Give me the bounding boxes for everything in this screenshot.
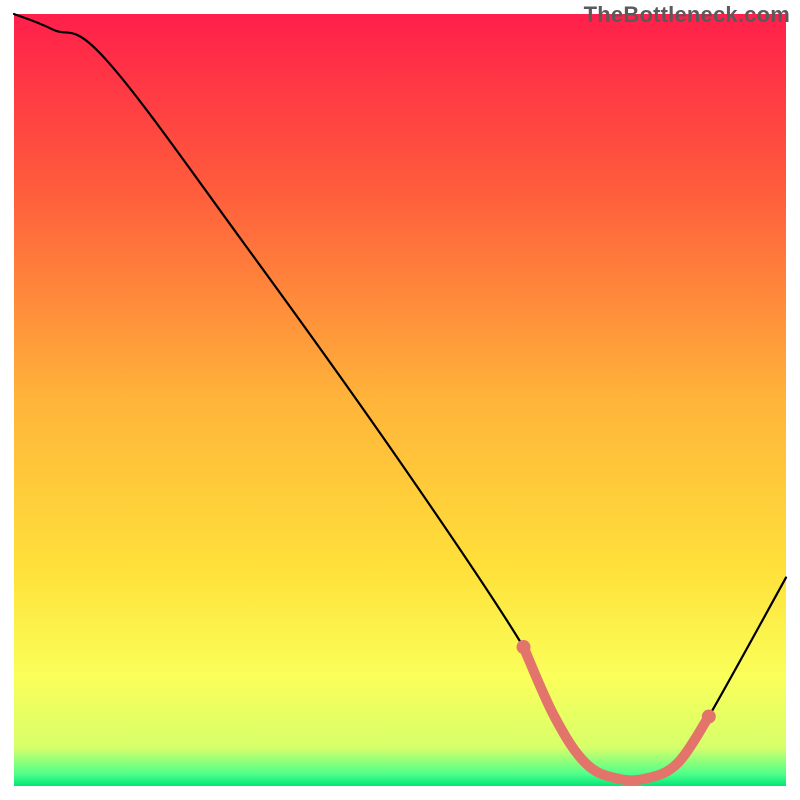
optimal-range-end-marker	[702, 710, 716, 724]
bottleneck-chart	[0, 0, 800, 800]
chart-canvas: TheBottleneck.com	[0, 0, 800, 800]
plot-background	[14, 14, 786, 786]
optimal-range-end-marker	[517, 640, 531, 654]
watermark-label: TheBottleneck.com	[584, 2, 790, 28]
